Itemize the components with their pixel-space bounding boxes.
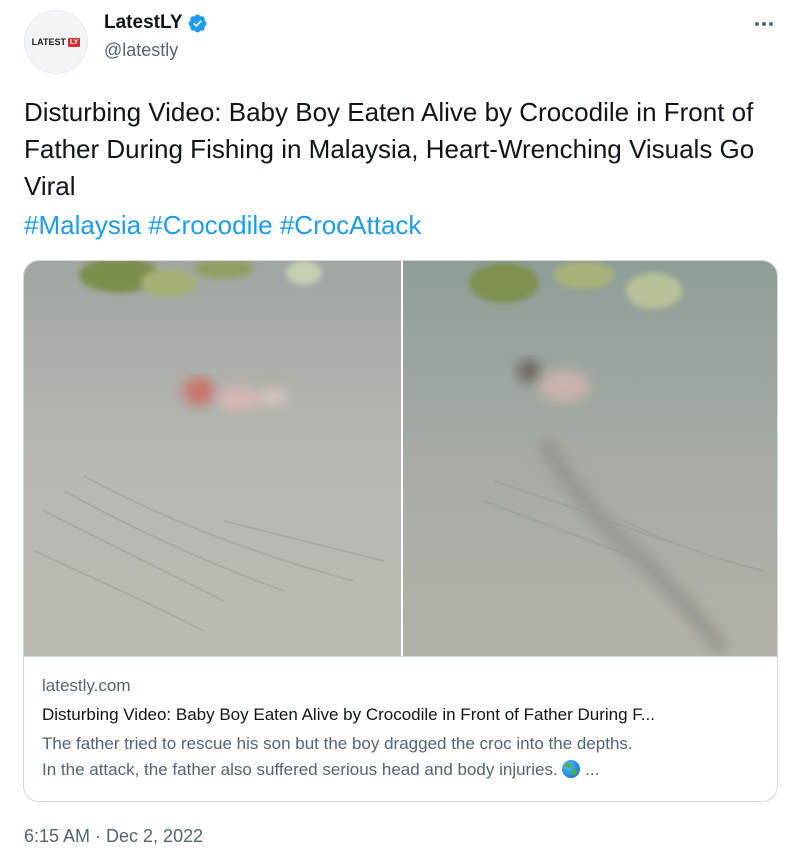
logo-box: LY bbox=[68, 37, 81, 47]
card-domain: latestly.com bbox=[42, 676, 131, 695]
card-meta[interactable]: latestly.com Disturbing Video: Baby Boy … bbox=[24, 656, 777, 801]
account-info: LatestLY @latestly bbox=[104, 12, 208, 61]
video-stills bbox=[24, 261, 777, 656]
right-still-water bbox=[403, 261, 777, 656]
card-title: Disturbing Video: Baby Boy Eaten Alive b… bbox=[42, 705, 655, 724]
display-name[interactable]: LatestLY bbox=[104, 12, 183, 34]
avatar[interactable]: LATEST LY bbox=[24, 10, 88, 74]
globe-icon bbox=[562, 760, 581, 778]
still-divider bbox=[401, 261, 403, 656]
display-name-row[interactable]: LatestLY bbox=[104, 12, 208, 34]
hashtag-crocattack[interactable]: #CrocAttack bbox=[280, 210, 422, 240]
more-dot bbox=[769, 22, 773, 26]
card-description-line2: In the attack, the father also suffered … bbox=[42, 760, 558, 779]
hashtag-crocodile[interactable]: #Crocodile bbox=[148, 210, 272, 240]
more-dot bbox=[762, 22, 766, 26]
tweet-text: Disturbing Video: Baby Boy Eaten Alive b… bbox=[24, 97, 755, 201]
logo-text: LATEST bbox=[31, 37, 67, 47]
left-still-water bbox=[24, 261, 401, 656]
more-dot bbox=[755, 22, 759, 26]
more-options-icon[interactable] bbox=[748, 12, 780, 36]
tweet: LATEST LY LatestLY @latestly Disturbing … bbox=[0, 0, 800, 858]
card-description-line2-row: In the attack, the father also suffered … bbox=[42, 757, 772, 783]
handle[interactable]: @latestly bbox=[104, 40, 208, 61]
hashtag-malaysia[interactable]: #Malaysia bbox=[24, 210, 141, 240]
latestly-logo: LATEST LY bbox=[32, 37, 81, 47]
link-card[interactable]: latestly.com Disturbing Video: Baby Boy … bbox=[23, 260, 778, 802]
verified-badge-icon bbox=[188, 14, 206, 32]
tweet-timestamp[interactable]: 6:15 AM · Dec 2, 2022 bbox=[24, 826, 203, 847]
card-description-line1: The father tried to rescue his son but t… bbox=[42, 734, 633, 753]
card-description: The father tried to rescue his son but t… bbox=[42, 731, 772, 783]
card-description-ellipsis: ... bbox=[585, 760, 600, 779]
hashtags: #Malaysia #Crocodile #CrocAttack bbox=[24, 207, 421, 244]
card-image[interactable] bbox=[24, 261, 777, 656]
